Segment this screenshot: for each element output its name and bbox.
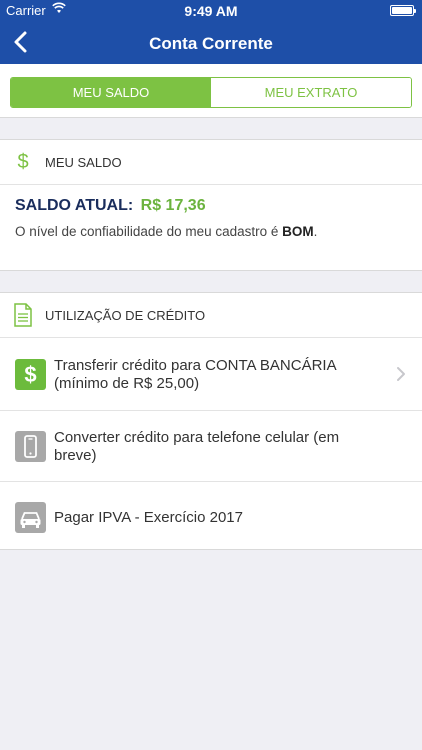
trust-level-text: O nível de confiabilidade do meu cadastr… <box>15 224 318 239</box>
dollar-icon: $ <box>17 151 29 173</box>
trust-level-value: BOM <box>282 224 314 239</box>
list-item-transferir-credito[interactable]: $ Transferir crédito para CONTA BANCÁRIA… <box>0 339 422 410</box>
page-title: Conta Corrente <box>149 34 273 53</box>
status-bar: Carrier 9:49 AM <box>0 0 422 20</box>
svg-text:$: $ <box>24 362 36 387</box>
credito-section-header: UTILIZAÇÃO DE CRÉDITO <box>0 293 422 338</box>
tab-meu-extrato[interactable]: MEU EXTRATO <box>211 78 411 107</box>
saldo-section-title: MEU SALDO <box>45 155 122 170</box>
balance-label: SALDO ATUAL: <box>15 197 134 214</box>
battery-icon <box>390 5 416 16</box>
credito-section-title: UTILIZAÇÃO DE CRÉDITO <box>45 308 206 323</box>
list-item-converter-celular[interactable]: Converter crédito para telefone celular … <box>0 410 422 481</box>
list-item-label: Converter crédito para telefone celular … <box>54 429 340 464</box>
saldo-card: $ MEU SALDO SALDO ATUAL: R$ 17,36 O níve… <box>0 139 422 271</box>
list-item-label: Pagar IPVA - Exercício 2017 <box>54 509 243 526</box>
status-time: 9:49 AM <box>184 3 238 19</box>
segmented-control: MEU SALDO MEU EXTRATO <box>10 77 412 108</box>
list-item-pagar-ipva[interactable]: Pagar IPVA - Exercício 2017 <box>0 481 422 552</box>
balance-value: R$ 17,36 <box>140 197 206 214</box>
dollar-icon: $ <box>15 359 46 390</box>
saldo-section-header: $ MEU SALDO <box>0 140 422 185</box>
segmented-control-container: MEU SALDO MEU EXTRATO <box>0 64 422 118</box>
tab-meu-saldo[interactable]: MEU SALDO <box>11 78 211 107</box>
app-header: Carrier 9:49 AM Conta Corrente <box>0 0 422 64</box>
current-balance: SALDO ATUAL: R$ 17,36 <box>15 197 206 215</box>
document-icon <box>14 303 32 327</box>
car-icon <box>15 502 46 533</box>
phone-icon <box>15 431 46 462</box>
list-item-label: Transferir crédito para CONTA BANCÁRIA (… <box>54 357 336 392</box>
credito-card: UTILIZAÇÃO DE CRÉDITO $ Transferir crédi… <box>0 292 422 550</box>
navigation-bar: Conta Corrente <box>0 20 422 64</box>
chevron-right-icon <box>397 367 405 381</box>
